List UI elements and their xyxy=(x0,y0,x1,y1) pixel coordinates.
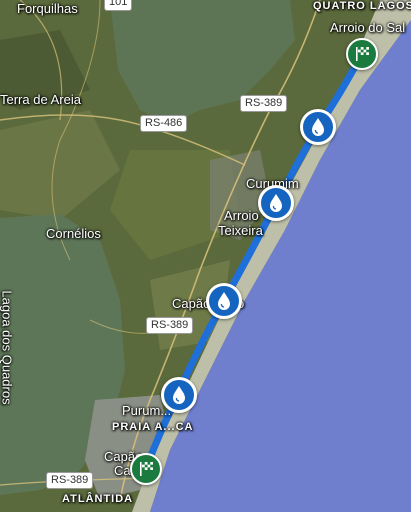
district-label-atlantida: ATLÂNTIDA xyxy=(62,493,134,505)
start-flag-marker[interactable] xyxy=(130,453,162,485)
road-shield-rs389: RS-389 xyxy=(240,95,288,112)
map-view[interactable]: Forquilhas Terra de Areia Cornélios Lago… xyxy=(0,0,411,512)
map-terrain xyxy=(0,0,411,512)
water-drop-icon xyxy=(270,194,282,212)
place-label-arroio: Arroio xyxy=(224,208,259,223)
district-label-quatro-lagos: QUATRO LAGOS xyxy=(313,0,411,12)
place-label-forquilhas: Forquilhas xyxy=(17,1,78,16)
checkered-flag-icon xyxy=(356,47,369,61)
water-drop-icon xyxy=(218,292,230,310)
water-point-marker[interactable] xyxy=(161,377,197,413)
road-shield-rs389: RS-389 xyxy=(46,472,94,489)
water-point-marker[interactable] xyxy=(206,283,242,319)
finish-flag-marker[interactable] xyxy=(346,38,378,70)
district-label-praia: PRAIA A...CA xyxy=(112,421,194,433)
place-label-canoa: Ca xyxy=(114,463,131,478)
road-shield-rs389: RS-389 xyxy=(146,317,194,334)
place-label-cornelios: Cornélios xyxy=(46,226,101,241)
place-label-arroio-do-sal: Arroio do Sal xyxy=(330,20,406,35)
road-shield-top-partial: 101 xyxy=(104,0,133,11)
water-point-marker[interactable] xyxy=(300,109,336,145)
water-drop-icon xyxy=(173,386,185,404)
water-drop-icon xyxy=(312,118,324,136)
lake-label-lagoa-dos-quadros: Lagoa dos Quadros xyxy=(0,290,15,405)
water-point-marker[interactable] xyxy=(258,185,294,221)
road-shield-rs486: RS-486 xyxy=(140,115,188,132)
place-label-teixeira: Teixeira xyxy=(218,223,263,238)
checkered-flag-icon xyxy=(140,462,153,476)
place-label-terra-de-areia: Terra de Areia xyxy=(0,92,81,107)
